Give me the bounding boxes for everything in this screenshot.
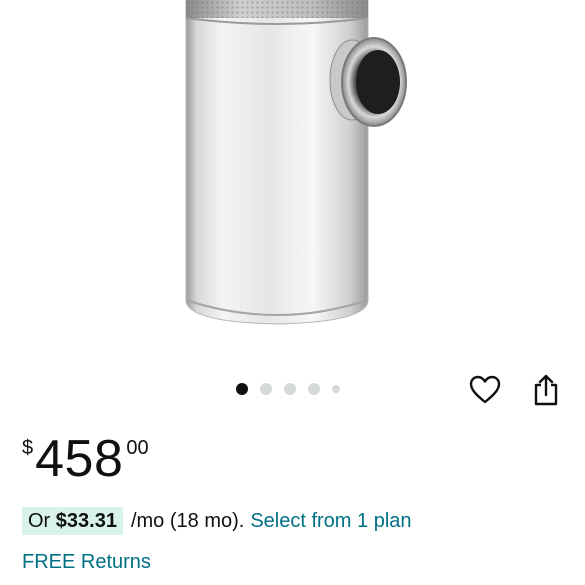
free-returns-link[interactable]: FREE Returns <box>22 548 151 576</box>
carousel-dot-1[interactable] <box>236 383 248 395</box>
installment-badge: Or $33.31 <box>22 507 123 535</box>
select-plan-link[interactable]: Select from 1 plan <box>250 507 411 535</box>
installment-term: /mo (18 mo). <box>130 510 245 532</box>
share-button[interactable] <box>528 372 564 408</box>
carousel-dot-2[interactable] <box>260 383 272 395</box>
image-carousel-indicator[interactable] <box>236 383 340 395</box>
heart-icon <box>469 375 501 404</box>
carousel-dot-3[interactable] <box>284 383 296 395</box>
installment-amount: $33.31 <box>55 510 117 532</box>
wishlist-button[interactable] <box>467 372 503 408</box>
carousel-dot-5[interactable] <box>332 385 340 393</box>
carousel-dot-4[interactable] <box>308 383 320 395</box>
price: $ 458 00 <box>22 432 149 486</box>
product-image[interactable] <box>0 0 585 360</box>
price-currency-symbol: $ <box>22 437 34 459</box>
price-whole: 458 <box>35 430 124 488</box>
share-icon <box>534 374 558 406</box>
cylinder-product-icon <box>185 0 407 325</box>
installment-offer: Or $33.31 /mo (18 mo). Select from 1 pla… <box>22 507 412 535</box>
price-fraction: 00 <box>126 437 149 459</box>
installment-or-label: Or <box>28 510 56 532</box>
